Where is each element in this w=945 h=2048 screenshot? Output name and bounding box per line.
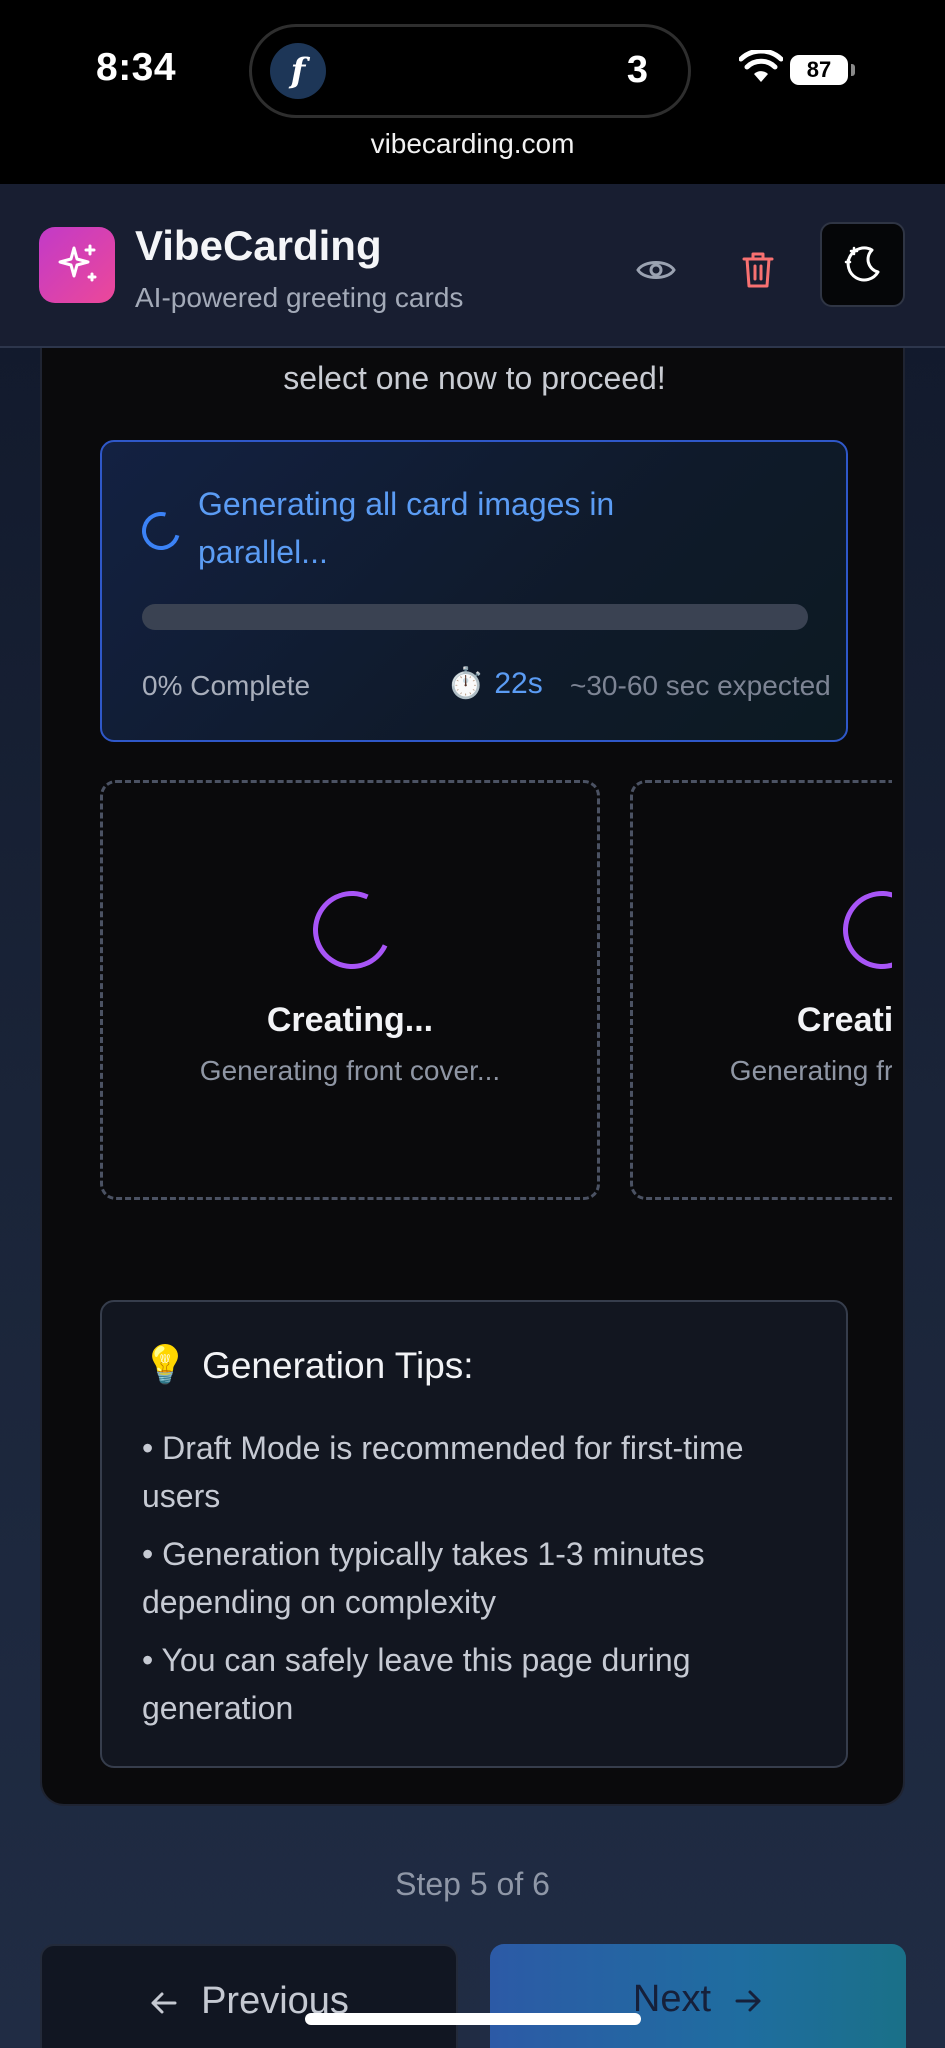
expected-duration: ~30-60 sec expected: [570, 670, 831, 701]
arrow-left-icon: [151, 1992, 177, 2014]
app-header: VibeCarding AI-powered greeting cards: [0, 184, 945, 348]
generation-progress-panel: Generating all card images in parallel..…: [100, 440, 848, 742]
delete-button[interactable]: [732, 242, 784, 298]
tips-heading: 💡 Generation Tips:: [142, 1344, 474, 1387]
loading-spinner-icon: [302, 880, 402, 980]
card-status-title: Creating...: [796, 1001, 892, 1039]
home-indicator[interactable]: [305, 2013, 641, 2025]
sparkles-icon: [58, 244, 97, 282]
dynamic-island[interactable]: f 3: [249, 24, 691, 118]
card-status-subtitle: Generating front cover...: [199, 1055, 501, 1086]
tips-title: Generation Tips:: [202, 1344, 474, 1386]
moon-stars-icon: [844, 246, 879, 281]
eye-icon: [636, 261, 676, 279]
card-status-subtitle: Generating front cover...: [729, 1055, 892, 1086]
card-previews-carousel[interactable]: Creating... Generating front cover... Cr…: [100, 780, 892, 1204]
next-button[interactable]: Next: [490, 1944, 906, 2048]
step-indicator: Step 5 of 6: [395, 1866, 550, 1902]
app-title: VibeCarding: [135, 222, 382, 269]
card-placeholder: Creating... Generating front cover...: [100, 780, 600, 1200]
stopwatch-icon: ⏱️: [447, 667, 485, 700]
trash-icon: [742, 252, 774, 288]
arrow-right-icon: [735, 1990, 761, 2012]
battery-indicator: 87: [790, 55, 855, 85]
loading-spinner-icon: [135, 505, 187, 557]
tip-item: • Generation typically takes 1-3 minutes…: [142, 1536, 705, 1620]
lightbulb-icon: 💡: [142, 1344, 189, 1385]
preview-button[interactable]: [630, 244, 682, 296]
progress-bar: [142, 604, 808, 630]
progress-message: Generating all card images in parallel..…: [198, 486, 615, 570]
card-status-title: Creating...: [266, 1001, 434, 1039]
tip-item: • Draft Mode is recommended for first-ti…: [142, 1430, 744, 1514]
elapsed-timer: ⏱️ 22s: [447, 666, 543, 701]
status-time: 8:34: [96, 46, 177, 89]
progress-percent: 0% Complete: [142, 670, 311, 701]
tips-list: • Draft Mode is recommended for first-ti…: [142, 1424, 802, 1742]
browser-url[interactable]: vibecarding.com: [0, 128, 945, 160]
app-subtitle: AI-powered greeting cards: [135, 282, 464, 313]
main-content-card: select one now to proceed! Generating al…: [40, 348, 905, 1806]
live-activity-app-icon: f: [270, 43, 326, 99]
next-label: Next: [632, 1978, 712, 2020]
theme-toggle-button[interactable]: [820, 222, 905, 307]
elapsed-time: 22s: [494, 666, 543, 700]
loading-spinner-icon: [832, 880, 892, 980]
previous-button[interactable]: Previous: [40, 1944, 458, 2048]
card-placeholder: Creating... Generating front cover...: [630, 780, 892, 1200]
live-activity-count: 3: [626, 49, 648, 91]
status-bar: 8:34 f 3 87 vibecarding.com: [0, 0, 945, 184]
wifi-icon: [739, 50, 783, 82]
generation-tips-panel: 💡 Generation Tips: • Draft Mode is recom…: [100, 1300, 848, 1768]
tip-item: • You can safely leave this page during …: [142, 1642, 691, 1726]
instruction-text: select one now to proceed!: [283, 360, 666, 396]
app-logo[interactable]: [39, 227, 115, 303]
